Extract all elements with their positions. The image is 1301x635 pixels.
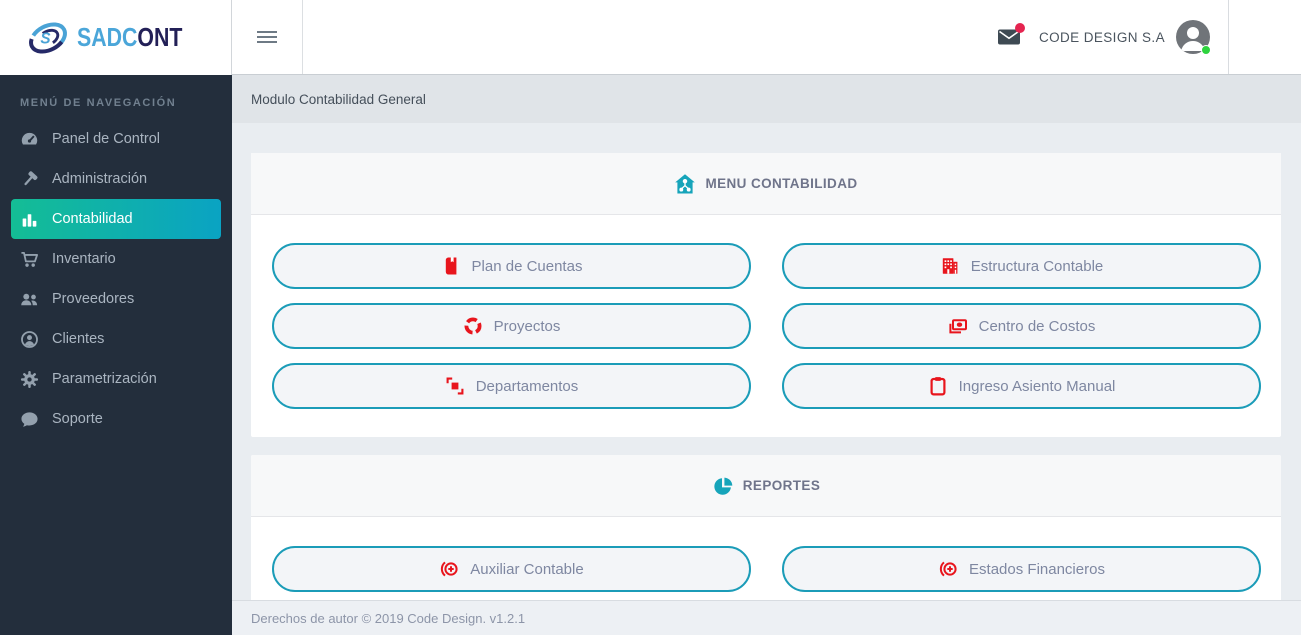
circle-plus-icon bbox=[938, 559, 958, 579]
menu-button-estructura-contable[interactable]: Estructura Contable bbox=[782, 243, 1261, 289]
squares-icon bbox=[445, 376, 465, 396]
sidebar-item-label: Parametrización bbox=[52, 371, 157, 387]
sadcont-swirl-icon: S bbox=[29, 21, 68, 54]
card-menu-contabilidad: MENU CONTABILIDAD Plan de Cuentas Estruc… bbox=[251, 153, 1281, 437]
page-title: Modulo Contabilidad General bbox=[251, 91, 426, 107]
circle-plus-icon bbox=[439, 559, 459, 579]
card-body: Auxiliar Contable Estados Financieros bbox=[251, 517, 1281, 602]
sidebar-item-parametrizacion[interactable]: Parametrización bbox=[0, 359, 232, 399]
copyright-text: Derechos de autor © 2019 Code Design. v1… bbox=[251, 610, 526, 626]
user-circle-icon bbox=[20, 330, 39, 349]
sidebar-item-clientes[interactable]: Clientes bbox=[0, 319, 232, 359]
messages-button[interactable] bbox=[997, 23, 1025, 46]
button-label: Departamentos bbox=[475, 377, 579, 395]
user-area: CODE DESIGN S.A bbox=[997, 0, 1211, 74]
sidebar-toggle-button[interactable] bbox=[232, 0, 303, 74]
hamburger-icon bbox=[257, 28, 277, 46]
chat-icon bbox=[20, 410, 39, 429]
menu-button-centro-de-costos[interactable]: Centro de Costos bbox=[782, 303, 1261, 349]
sidebar-section-label: MENÚ DE NAVEGACIÓN bbox=[20, 97, 177, 109]
card-title: MENU CONTABILIDAD bbox=[705, 176, 858, 191]
book-icon bbox=[441, 256, 461, 276]
users-icon bbox=[20, 290, 39, 309]
notification-dot bbox=[1014, 23, 1025, 33]
button-label: Estados Financieros bbox=[969, 560, 1105, 578]
brand-logo[interactable]: S SADCONT bbox=[0, 0, 232, 75]
topbar: CODE DESIGN S.A bbox=[232, 0, 1301, 75]
sidebar-item-administracion[interactable]: Administración bbox=[0, 159, 232, 199]
online-status-dot bbox=[1201, 45, 1211, 55]
button-label: Ingreso Asiento Manual bbox=[958, 377, 1116, 395]
app-window: S SADCONT MENÚ DE NAVEGACIÓN Panel de Co… bbox=[0, 0, 1301, 635]
pie-chart-icon bbox=[714, 477, 733, 495]
sidebar-item-label: Proveedores bbox=[52, 291, 135, 307]
card-title: REPORTES bbox=[742, 478, 821, 493]
main-content: MENU CONTABILIDAD Plan de Cuentas Estruc… bbox=[232, 123, 1301, 635]
user-menu-button[interactable] bbox=[1176, 20, 1211, 55]
ring-icon bbox=[463, 316, 483, 336]
sidebar-item-contabilidad[interactable]: Contabilidad bbox=[11, 199, 221, 239]
button-label: Auxiliar Contable bbox=[470, 560, 584, 578]
svg-text:S: S bbox=[41, 30, 52, 47]
sidebar: MENÚ DE NAVEGACIÓN Panel de Control Admi… bbox=[0, 75, 232, 635]
sidebar-item-proveedores[interactable]: Proveedores bbox=[0, 279, 232, 319]
card-header: REPORTES bbox=[251, 455, 1281, 517]
sidebar-item-panel-de-control[interactable]: Panel de Control bbox=[0, 119, 232, 159]
breadcrumb: Modulo Contabilidad General bbox=[232, 75, 1301, 123]
button-label: Centro de Costos bbox=[978, 317, 1096, 335]
sidebar-item-label: Inventario bbox=[52, 251, 116, 267]
menu-button-plan-de-cuentas[interactable]: Plan de Cuentas bbox=[272, 243, 751, 289]
sidebar-item-inventario[interactable]: Inventario bbox=[0, 239, 232, 279]
topbar-divider bbox=[1228, 0, 1229, 74]
menu-button-proyectos[interactable]: Proyectos bbox=[272, 303, 751, 349]
card-body: Plan de Cuentas Estructura Contable Proy… bbox=[251, 215, 1281, 437]
button-label: Proyectos bbox=[493, 317, 561, 335]
bar-chart-icon bbox=[20, 210, 39, 229]
sidebar-item-label: Clientes bbox=[52, 331, 105, 347]
report-button-estados-financieros[interactable]: Estados Financieros bbox=[782, 546, 1261, 592]
gauge-icon bbox=[20, 130, 39, 149]
menu-button-departamentos[interactable]: Departamentos bbox=[272, 363, 751, 409]
button-label: Estructura Contable bbox=[970, 257, 1104, 275]
menu-button-ingreso-asiento-manual[interactable]: Ingreso Asiento Manual bbox=[782, 363, 1261, 409]
home-network-icon bbox=[675, 173, 696, 193]
cart-icon bbox=[20, 250, 39, 269]
sidebar-item-label: Administración bbox=[52, 171, 148, 187]
brand-name: SADCONT bbox=[77, 22, 183, 52]
button-label: Plan de Cuentas bbox=[471, 257, 583, 275]
money-icon bbox=[948, 316, 968, 336]
sidebar-item-label: Panel de Control bbox=[52, 131, 161, 147]
sidebar-item-label: Soporte bbox=[52, 411, 103, 427]
card-header: MENU CONTABILIDAD bbox=[251, 153, 1281, 215]
building-icon bbox=[940, 256, 960, 276]
report-button-auxiliar-contable[interactable]: Auxiliar Contable bbox=[272, 546, 751, 592]
gear-icon bbox=[20, 370, 39, 389]
hammer-icon bbox=[20, 170, 39, 189]
company-name: CODE DESIGN S.A bbox=[1038, 29, 1165, 45]
footer: Derechos de autor © 2019 Code Design. v1… bbox=[232, 600, 1301, 635]
sidebar-item-label: Contabilidad bbox=[52, 211, 133, 227]
card-reportes: REPORTES Auxiliar Contable Estados Finan… bbox=[251, 455, 1281, 602]
sidebar-item-soporte[interactable]: Soporte bbox=[0, 399, 232, 439]
clipboard-icon bbox=[928, 376, 948, 396]
